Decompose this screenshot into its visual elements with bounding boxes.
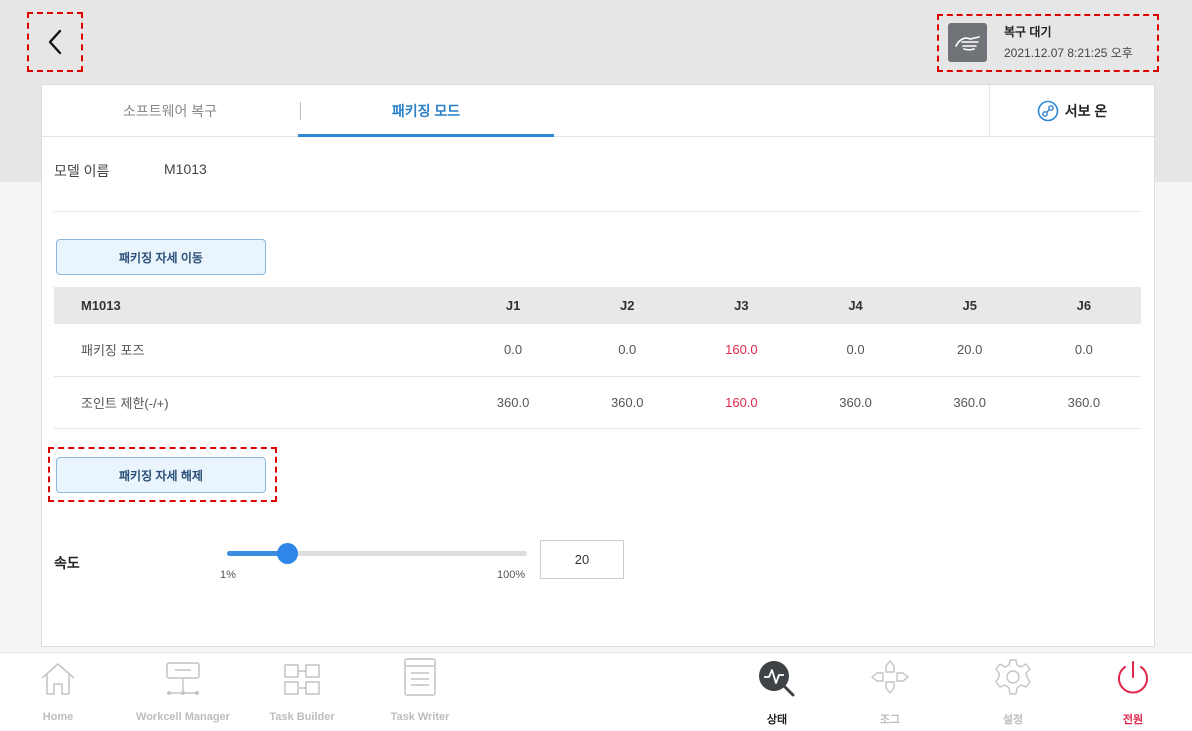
joint-table: M1013 J1 J2 J3 J4 J5 J6 패키징 포즈 0.0 0.0 1…: [54, 287, 1141, 429]
table-cell: 160.0: [684, 376, 799, 429]
nav-workcell-manager[interactable]: Workcell Manager: [122, 653, 244, 731]
table-header-row: M1013 J1 J2 J3 J4 J5 J6: [54, 287, 1141, 324]
table-row-packaging-pose: 패키징 포즈 0.0 0.0 160.0 0.0 20.0 0.0: [54, 324, 1141, 377]
tab-software-recovery[interactable]: 소프트웨어 복구: [42, 85, 298, 137]
section-divider: [54, 211, 1141, 212]
active-tab-underline: [298, 134, 554, 137]
jog-icon: [868, 653, 912, 703]
nav-label: 설정: [1002, 714, 1024, 726]
chevron-left-icon: [48, 29, 62, 55]
servo-icon: [1037, 100, 1059, 122]
status-monitor-icon: [757, 653, 797, 703]
servo-on-button[interactable]: 서보 온: [989, 85, 1154, 137]
nav-status[interactable]: 상태: [746, 653, 808, 731]
nav-settings[interactable]: 설정: [982, 653, 1044, 731]
release-packaging-pose-button[interactable]: 패키징 자세 해제: [56, 457, 266, 493]
hand-icon: [948, 23, 987, 62]
model-name-value: M1013: [164, 161, 207, 177]
table-cell: 360.0: [1026, 376, 1141, 429]
move-packaging-pose-button[interactable]: 패키징 자세 이동: [56, 239, 266, 275]
nav-task-writer[interactable]: Task Writer: [378, 653, 462, 731]
status-timestamp: 2021.12.07 8:21:25 오후: [1004, 46, 1133, 60]
table-cell: 0.0: [456, 324, 571, 377]
table-header-j6: J6: [1026, 287, 1141, 324]
table-cell: 0.0: [798, 324, 913, 377]
robot-status-indicator: 복구 대기 2021.12.07 8:21:25 오후: [937, 14, 1159, 72]
tab-bar: 소프트웨어 복구 패키징 모드 서보 온: [42, 85, 1154, 137]
speed-input[interactable]: [540, 540, 624, 579]
speed-max-label: 100%: [497, 569, 526, 581]
nav-label: 상태: [766, 714, 788, 726]
nav-power[interactable]: 전원: [1102, 653, 1164, 731]
back-button[interactable]: [27, 12, 83, 72]
speed-slider-thumb[interactable]: [277, 543, 298, 564]
nav-home[interactable]: Home: [30, 653, 86, 731]
nav-label: Task Builder: [269, 711, 335, 723]
nav-label: Task Writer: [390, 711, 450, 723]
task-writer-icon: [402, 653, 438, 703]
table-header-model: M1013: [54, 287, 456, 324]
bottom-nav: Home Workcell Manager Task Builder Task …: [0, 652, 1192, 731]
table-cell: 0.0: [1026, 324, 1141, 377]
model-name-label: 모델 이름: [54, 163, 110, 179]
table-cell: 160.0: [684, 324, 799, 377]
home-icon: [38, 653, 78, 703]
speed-slider[interactable]: [227, 543, 527, 564]
speed-label: 속도: [54, 555, 80, 571]
nav-label: Home: [42, 711, 74, 723]
table-header-j2: J2: [570, 287, 685, 324]
gear-icon: [993, 653, 1033, 703]
row-label: 조인트 제한(-/+): [54, 376, 456, 429]
table-header-j5: J5: [912, 287, 1027, 324]
power-icon: [1114, 653, 1152, 703]
speed-min-label: 1%: [220, 569, 236, 581]
table-header-j3: J3: [684, 287, 799, 324]
tab-packaging-mode[interactable]: 패키징 모드: [298, 85, 554, 137]
nav-label: Workcell Manager: [136, 711, 230, 723]
nav-label: 조그: [879, 714, 901, 726]
status-title: 복구 대기: [1004, 25, 1052, 39]
task-builder-icon: [282, 653, 322, 703]
main-panel: 소프트웨어 복구 패키징 모드 서보 온 모델 이름 M1013 패키징 자세 …: [41, 84, 1155, 647]
nav-label: 전원: [1122, 714, 1144, 726]
workcell-icon: [164, 653, 202, 703]
table-cell: 20.0: [912, 324, 1027, 377]
table-cell: 360.0: [912, 376, 1027, 429]
table-header-j4: J4: [798, 287, 913, 324]
table-cell: 0.0: [570, 324, 685, 377]
nav-jog[interactable]: 조그: [859, 653, 921, 731]
servo-label: 서보 온: [1064, 103, 1108, 119]
table-cell: 360.0: [456, 376, 571, 429]
table-header-j1: J1: [456, 287, 571, 324]
table-cell: 360.0: [570, 376, 685, 429]
row-label: 패키징 포즈: [54, 324, 456, 377]
table-row-joint-limit: 조인트 제한(-/+) 360.0 360.0 160.0 360.0 360.…: [54, 376, 1141, 429]
nav-task-builder[interactable]: Task Builder: [258, 653, 346, 731]
table-cell: 360.0: [798, 376, 913, 429]
